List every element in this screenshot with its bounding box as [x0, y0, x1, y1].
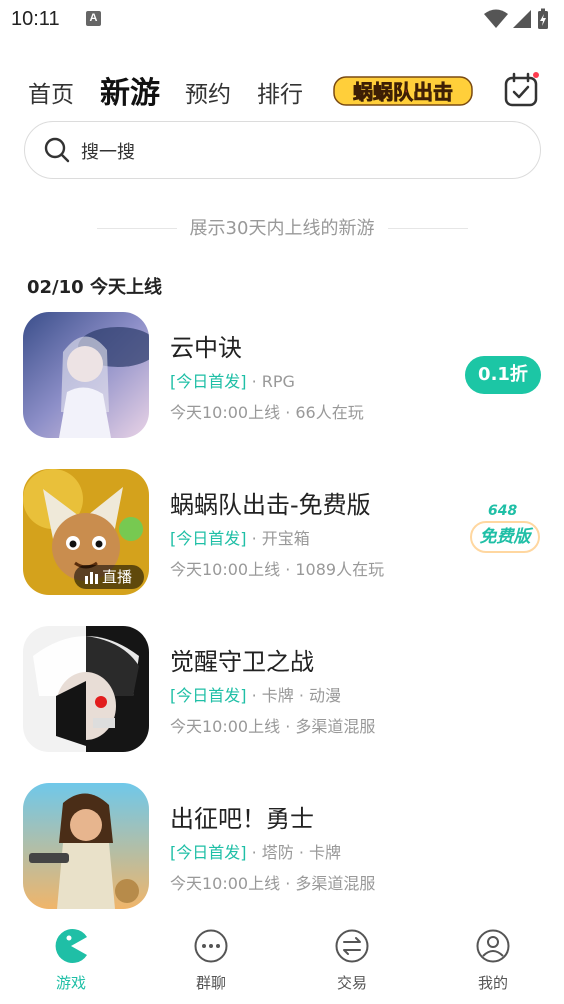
exchange-icon — [335, 929, 369, 963]
search-icon — [44, 137, 70, 163]
genre-tags: · 卡牌 · 动漫 — [251, 686, 342, 705]
bottom-tab-profile[interactable]: 我的 — [453, 928, 533, 993]
game-tags: [今日首发] · 塔防 · 卡牌 — [170, 839, 341, 863]
tab-new-games[interactable]: 新游 — [100, 68, 160, 112]
battery-icon — [538, 8, 548, 29]
bottom-tab-trade[interactable]: 交易 — [312, 928, 392, 993]
game-icon-yunzhongjue — [23, 312, 149, 438]
signal-icon — [513, 10, 531, 28]
game-list-item[interactable]: 直播 蜗蜗队出击-免费版 [今日首发] · 开宝箱 今天10:00上线 · 10… — [0, 469, 564, 599]
launch-tag: [今日首发] — [170, 529, 247, 548]
game-name: 觉醒守卫之战 — [170, 648, 314, 676]
game-meta: 今天10:00上线 · 多渠道混服 — [170, 717, 376, 736]
genre-tags: · RPG — [251, 372, 295, 391]
tab-reserve[interactable]: 预约 — [185, 75, 231, 109]
info-line: 展示30天内上线的新游 — [0, 216, 564, 242]
bottom-tab-label: 游戏 — [55, 974, 86, 992]
game-tags: [今日首发] · 卡牌 · 动漫 — [170, 682, 341, 706]
wifi-icon — [484, 9, 508, 28]
free-badge-label: 免费版 — [470, 521, 540, 553]
divider-right — [388, 228, 468, 229]
bottom-tab-label: 群聊 — [195, 974, 226, 992]
game-list-item[interactable]: 云中诀 [今日首发] · RPG 今天10:00上线 · 66人在玩 0.1折 — [0, 312, 564, 442]
free-version-badge[interactable]: 648 免费版 — [470, 503, 542, 563]
bottom-tab-chat[interactable]: 群聊 — [171, 928, 251, 993]
game-icon-juexing — [23, 626, 149, 752]
game-icon-chuzheng — [23, 783, 149, 909]
bottom-nav: 游戏 群聊 交易 我的 — [0, 918, 564, 1004]
game-tags: [今日首发] · RPG — [170, 368, 295, 392]
discount-badge[interactable]: 0.1折 — [465, 356, 541, 394]
game-list-item[interactable]: 觉醒守卫之战 [今日首发] · 卡牌 · 动漫 今天10:00上线 · 多渠道混… — [0, 626, 564, 756]
search-bar[interactable]: 搜一搜 — [24, 121, 541, 179]
game-name: 蜗蜗队出击-免费版 — [170, 491, 371, 519]
status-time: 10:11 — [11, 8, 60, 30]
bottom-tab-label: 交易 — [336, 974, 367, 992]
bottom-tab-label: 我的 — [477, 974, 508, 992]
game-meta: 今天10:00上线 · 66人在玩 — [170, 403, 364, 422]
notification-app-icon: A — [86, 11, 101, 26]
info-text: 展示30天内上线的新游 — [189, 218, 375, 239]
chat-bubble-icon — [194, 929, 228, 963]
launch-tag: [今日首发] — [170, 372, 247, 391]
search-placeholder: 搜一搜 — [81, 142, 135, 163]
bottom-tab-games[interactable]: 游戏 — [31, 928, 111, 993]
profile-icon — [476, 929, 510, 963]
genre-tags: · 开宝箱 — [251, 529, 310, 548]
genre-tags: · 塔防 · 卡牌 — [251, 843, 342, 862]
live-badge[interactable]: 直播 — [74, 565, 144, 589]
svg-text:蜗蜗队出击: 蜗蜗队出击 — [353, 80, 453, 104]
launch-tag: [今日首发] — [170, 686, 247, 705]
game-name: 出征吧！勇士 — [170, 805, 314, 833]
date-header: 02/10 今天上线 — [27, 277, 162, 298]
live-label: 直播 — [102, 568, 133, 586]
game-meta: 今天10:00上线 · 1089人在玩 — [170, 560, 385, 579]
game-meta: 今天10:00上线 · 多渠道混服 — [170, 874, 376, 893]
status-icons — [484, 8, 550, 30]
game-name: 云中诀 — [170, 334, 242, 362]
top-nav: 首页 新游 预约 排行 蜗蜗队出击 — [0, 60, 564, 120]
divider-left — [97, 228, 177, 229]
tab-ranking[interactable]: 排行 — [257, 75, 303, 109]
promo-banner-logo[interactable]: 蜗蜗队出击 — [330, 74, 476, 108]
status-bar: 10:11 A — [0, 0, 564, 40]
game-list-item[interactable]: 出征吧！勇士 [今日首发] · 塔防 · 卡牌 今天10:00上线 · 多渠道混… — [0, 783, 564, 913]
tab-home[interactable]: 首页 — [28, 75, 74, 109]
calendar-check-icon[interactable] — [503, 72, 539, 108]
game-tags: [今日首发] · 开宝箱 — [170, 525, 310, 549]
game-pacman-icon — [55, 929, 87, 963]
launch-tag: [今日首发] — [170, 843, 247, 862]
free-badge-value: 648 — [488, 503, 518, 519]
live-bars-icon — [85, 572, 98, 584]
